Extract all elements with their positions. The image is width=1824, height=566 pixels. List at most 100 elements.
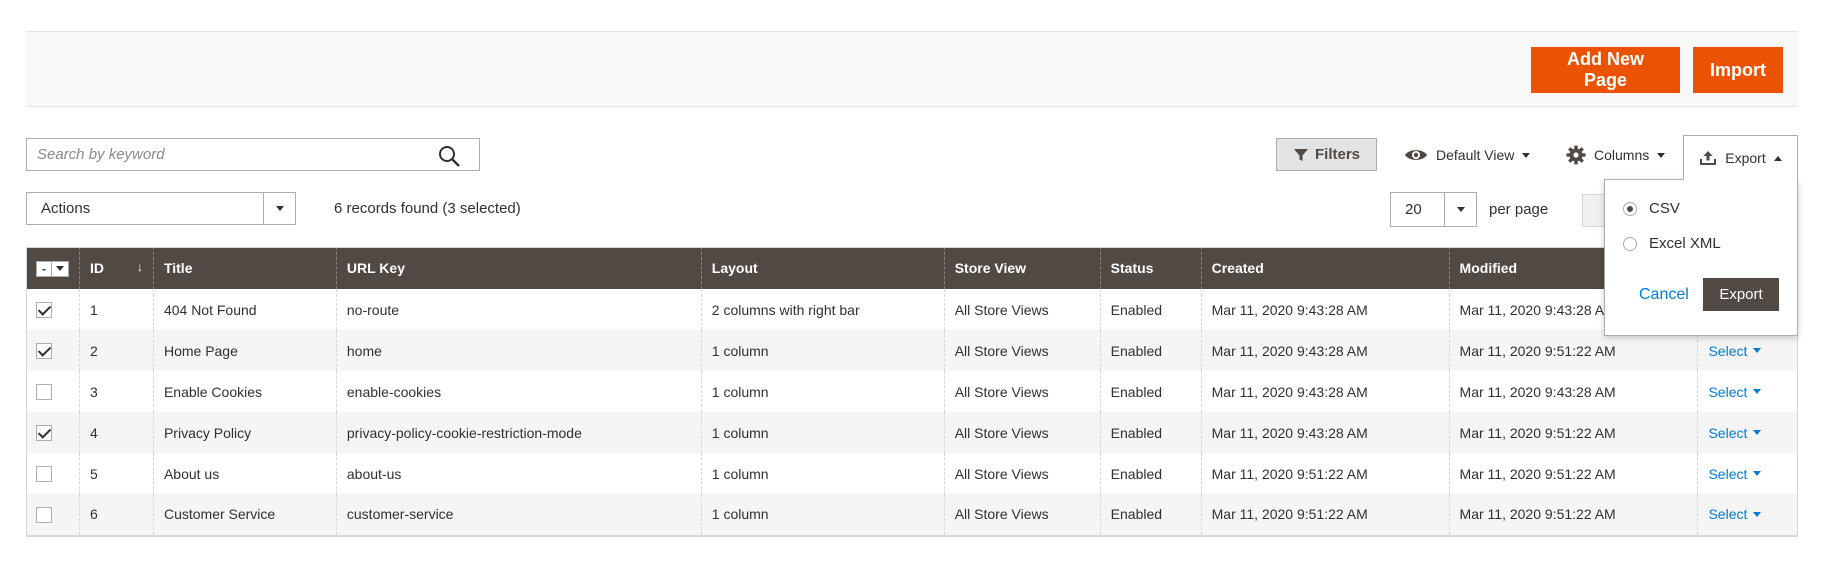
row-select-cell — [26, 289, 80, 330]
csv-radio[interactable] — [1623, 201, 1637, 216]
table-row: 1 404 Not Found no-route 2 columns with … — [26, 289, 1798, 330]
cell-id: 4 — [79, 412, 154, 453]
column-header-title[interactable]: Title — [152, 247, 337, 289]
row-checkbox[interactable] — [36, 466, 52, 483]
cell-store-view: All Store Views — [943, 330, 1101, 371]
row-select-action[interactable]: Select — [1708, 343, 1762, 359]
export-dropdown-panel: CSV Excel XML Cancel Export — [1604, 179, 1798, 336]
chevron-down-icon — [1753, 511, 1762, 517]
previous-page-button[interactable] — [1582, 194, 1606, 227]
cell-layout: 1 column — [700, 412, 945, 453]
cell-url-key: no-route — [335, 289, 702, 330]
chevron-down-icon — [1456, 207, 1465, 212]
column-header-store-view[interactable]: Store View — [943, 247, 1101, 289]
cell-id: 5 — [79, 453, 154, 494]
cell-modified: Mar 11, 2020 9:51:22 AM — [1448, 412, 1698, 453]
chevron-down-icon — [1522, 152, 1531, 158]
row-select-cell — [26, 453, 80, 494]
chevron-down-icon — [52, 262, 68, 276]
cell-store-view: All Store Views — [943, 453, 1101, 494]
columns-button[interactable]: Columns — [1566, 140, 1666, 170]
row-checkbox[interactable] — [36, 343, 52, 360]
cell-status: Enabled — [1099, 494, 1202, 536]
cell-action: Select — [1697, 453, 1798, 494]
export-confirm-button[interactable]: Export — [1703, 278, 1779, 311]
cell-title: Enable Cookies — [152, 371, 337, 412]
cell-layout: 1 column — [700, 453, 945, 494]
export-option-excel-xml[interactable]: Excel XML — [1623, 235, 1721, 252]
default-view-button[interactable]: Default View — [1404, 140, 1531, 170]
row-select-action[interactable]: Select — [1708, 384, 1762, 400]
table-row: 5 About us about-us 1 column All Store V… — [26, 453, 1798, 494]
filters-label: Filters — [1314, 146, 1360, 163]
row-select-cell — [26, 412, 80, 453]
cell-created: Mar 11, 2020 9:51:22 AM — [1200, 494, 1450, 536]
cell-title: Privacy Policy — [152, 412, 337, 453]
cell-title: 404 Not Found — [152, 289, 337, 330]
cell-url-key: about-us — [335, 453, 702, 494]
search-icon[interactable] — [437, 144, 461, 168]
search-box — [26, 138, 480, 171]
cell-store-view: All Store Views — [943, 494, 1101, 536]
records-summary: 6 records found (3 selected) — [334, 200, 521, 217]
cell-created: Mar 11, 2020 9:43:28 AM — [1200, 330, 1450, 371]
gear-icon — [1566, 145, 1586, 165]
cell-url-key: privacy-policy-cookie-restriction-mode — [335, 412, 702, 453]
chevron-down-icon — [1753, 348, 1762, 353]
cell-url-key: enable-cookies — [335, 371, 702, 412]
filters-button[interactable]: Filters — [1276, 138, 1377, 171]
cell-action: Select — [1697, 371, 1798, 412]
cell-layout: 1 column — [700, 494, 945, 536]
mass-select-header: - — [26, 247, 80, 289]
row-checkbox[interactable] — [36, 506, 52, 523]
cell-modified: Mar 11, 2020 9:51:22 AM — [1448, 453, 1698, 494]
cell-id: 3 — [79, 371, 154, 412]
cell-action: Select — [1697, 494, 1798, 536]
mass-select-control[interactable]: - — [36, 260, 69, 277]
row-select-action[interactable]: Select — [1708, 425, 1762, 441]
cell-url-key: customer-service — [335, 494, 702, 536]
cell-title: Home Page — [152, 330, 337, 371]
column-header-status[interactable]: Status — [1099, 247, 1202, 289]
actions-select-toggle[interactable] — [263, 193, 295, 224]
row-checkbox[interactable] — [36, 425, 52, 442]
pages-grid: - ID ↓ Title URL Key Layout Store View St… — [26, 247, 1798, 536]
cell-created: Mar 11, 2020 9:43:28 AM — [1200, 289, 1450, 330]
actions-select[interactable]: Actions — [26, 192, 296, 225]
per-page-label: per page — [1489, 201, 1549, 218]
export-cancel-link[interactable]: Cancel — [1639, 286, 1689, 304]
eye-icon — [1405, 150, 1427, 160]
cell-modified: Mar 11, 2020 9:51:22 AM — [1448, 330, 1698, 371]
table-row: 3 Enable Cookies enable-cookies 1 column… — [26, 371, 1798, 412]
excel-xml-radio[interactable] — [1623, 236, 1637, 251]
cell-store-view: All Store Views — [943, 289, 1101, 330]
per-page-select[interactable]: 20 — [1390, 192, 1477, 227]
table-row: 4 Privacy Policy privacy-policy-cookie-r… — [26, 412, 1798, 453]
chevron-down-icon — [1753, 471, 1762, 476]
export-button[interactable]: Export — [1683, 135, 1798, 180]
row-select-action[interactable]: Select — [1708, 506, 1762, 522]
upload-icon — [1700, 151, 1717, 165]
column-header-created[interactable]: Created — [1200, 247, 1450, 289]
row-select-action[interactable]: Select — [1708, 466, 1762, 482]
column-header-url-key[interactable]: URL Key — [335, 247, 702, 289]
export-option-csv[interactable]: CSV — [1623, 200, 1680, 217]
cell-id: 1 — [79, 289, 154, 330]
filter-icon — [1293, 148, 1308, 161]
row-checkbox[interactable] — [36, 302, 52, 319]
cell-title: Customer Service — [152, 494, 337, 536]
per-page-value: 20 — [1405, 201, 1422, 218]
actions-select-value: Actions — [41, 200, 91, 217]
export-label: Export — [1725, 150, 1766, 166]
sort-arrow-icon: ↓ — [136, 260, 143, 274]
column-header-id[interactable]: ID ↓ — [79, 247, 154, 289]
import-button[interactable]: Import — [1693, 47, 1783, 93]
column-header-layout[interactable]: Layout — [700, 247, 945, 289]
cell-status: Enabled — [1099, 289, 1202, 330]
search-input[interactable] — [27, 139, 427, 170]
row-checkbox[interactable] — [36, 384, 52, 401]
row-select-cell — [26, 371, 80, 412]
per-page-toggle[interactable] — [1444, 193, 1476, 226]
row-select-cell — [26, 330, 80, 371]
add-new-page-button[interactable]: Add New Page — [1531, 47, 1680, 93]
